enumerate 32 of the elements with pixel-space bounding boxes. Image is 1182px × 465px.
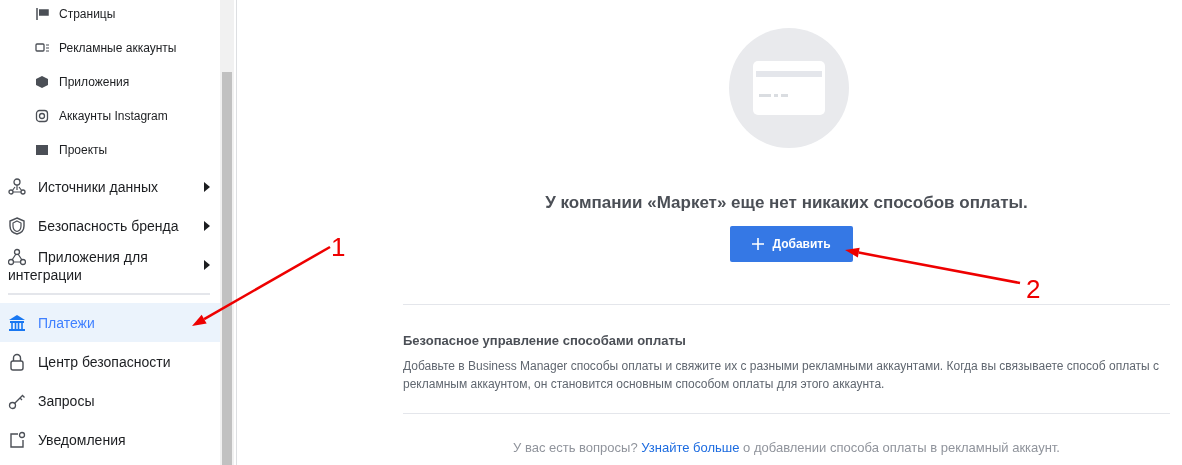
lock-icon — [8, 352, 26, 371]
annotation-number: 2 — [1026, 276, 1041, 302]
camera-icon — [35, 109, 49, 123]
learn-more-link[interactable]: Узнайте больше — [641, 440, 740, 455]
nodes-icon — [8, 177, 26, 196]
sidebar-item[interactable]: Уведомления — [0, 420, 220, 459]
sidebar-item[interactable]: Страницы — [0, 0, 220, 31]
cube-icon — [35, 75, 49, 89]
flag-icon — [35, 7, 49, 21]
section-text: Добавьте в Business Manager способы оплаты и свяжите их с разными рекламными аккаунтами. Когда вы связываете способ оплаты с рекламным аккаунтом, он становится основным способом оплаты для этого аккаунта. — [403, 358, 1160, 393]
sidebar-item[interactable]: Источники данных — [0, 167, 220, 206]
ad-account-icon — [35, 41, 49, 55]
sidebar-item[interactable]: Безопасность бренда — [0, 206, 220, 245]
notification-icon — [8, 430, 26, 449]
sidebar-item[interactable]: Аккаунты Instagram — [0, 99, 220, 133]
shield-icon — [8, 216, 26, 235]
section-title: Безопасное управление способами оплаты — [403, 331, 687, 350]
help-text: У вас есть вопросы? Узнайте больше о добавлении способа оплаты в рекламный аккаунт. — [512, 439, 1061, 457]
scrollbar-thumb[interactable] — [222, 72, 232, 465]
sidebar-item[interactable]: Проекты — [0, 133, 220, 167]
sidebar-item[interactable]: Запросы — [0, 381, 220, 420]
bank-icon — [8, 313, 26, 332]
sidebar-item[interactable]: Рекламные аккаунты — [0, 31, 220, 65]
sidebar-item[interactable]: Центр безопасности — [0, 342, 220, 381]
annotation-number: 1 — [331, 234, 346, 260]
add-button[interactable]: Добавить — [730, 225, 853, 262]
sidebar-item[interactable]: Приложения — [0, 65, 220, 99]
plus-icon — [752, 237, 765, 250]
connected-nodes-icon — [8, 248, 26, 266]
folder-icon — [35, 143, 49, 157]
sidebar-item[interactable]: Приложения для интеграции — [0, 245, 220, 289]
empty-message: У компании «Маркет» еще нет никаких способов оплаты. — [544, 192, 1029, 214]
